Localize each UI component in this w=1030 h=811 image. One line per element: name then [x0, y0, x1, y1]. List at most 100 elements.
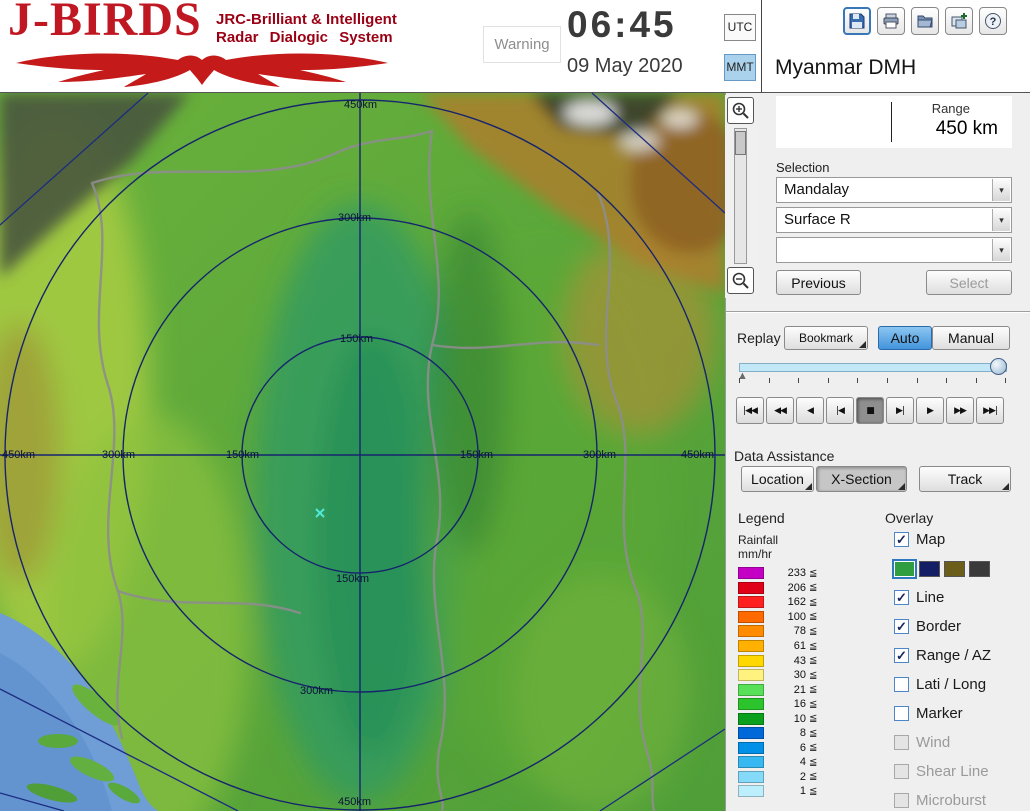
radar-map-area[interactable]: 450km 300km 150km 150km 300km 450km 450k… [0, 93, 725, 811]
range-ring-label: 450km [344, 99, 377, 111]
legend-color-swatch [738, 640, 764, 652]
overlay-item-marker[interactable]: Marker [894, 699, 991, 728]
overlay-item-map[interactable]: ✓Map [894, 525, 991, 554]
legend-color-swatch [738, 669, 764, 681]
legend-color-swatch [738, 698, 764, 710]
checkbox-unchecked[interactable] [894, 735, 909, 750]
map-color-swatch[interactable] [969, 561, 990, 577]
skip-to-end-button[interactable]: ▶▶| [976, 397, 1004, 424]
overlay-item-microburst[interactable]: Microburst [894, 786, 991, 811]
app-logo-subtitle: JRC-Brilliant & Intelligent Radar Dialog… [216, 11, 397, 47]
open-file-button[interactable] [911, 7, 939, 35]
manual-button[interactable]: Manual [932, 326, 1010, 350]
timeline-tick [946, 378, 947, 383]
overlay-item-label: Wind [916, 734, 950, 751]
legend-color-swatch [738, 582, 764, 594]
less-equal-icon: ≦ [809, 771, 817, 782]
extra-dropdown[interactable]: ▾ [776, 237, 1012, 263]
checkbox-unchecked[interactable] [894, 764, 909, 779]
less-equal-icon: ≦ [809, 655, 817, 666]
chevron-down-icon: ▾ [999, 215, 1004, 225]
location-button[interactable]: Location [741, 466, 814, 492]
step-forward-button[interactable]: ▶| [886, 397, 914, 424]
site-dropdown-arrow[interactable]: ▾ [992, 179, 1010, 201]
screen-copy-button[interactable] [945, 7, 973, 35]
track-button[interactable]: Track [919, 466, 1011, 492]
app-logo-title: J-BIRDS [8, 0, 202, 47]
legend-entry: 30≦ [738, 668, 817, 683]
checkbox-unchecked[interactable] [894, 793, 909, 808]
replay-slider-handle[interactable] [990, 358, 1007, 375]
zoom-slider-thumb[interactable] [735, 131, 746, 155]
overlay-item-range-az[interactable]: ✓Range / AZ [894, 641, 991, 670]
auto-button[interactable]: Auto [878, 326, 932, 350]
legend-value: 4 [766, 756, 806, 768]
checkbox-checked[interactable]: ✓ [894, 590, 909, 605]
overlay-item-label: Shear Line [916, 763, 989, 780]
legend-color-swatch [738, 611, 764, 623]
range-label: Range [932, 101, 970, 116]
map-color-swatch[interactable] [894, 561, 915, 577]
range-ring-label: 300km [338, 212, 371, 224]
save-button[interactable] [843, 7, 871, 35]
zoom-out-button[interactable] [727, 267, 754, 294]
zoom-in-button[interactable] [727, 97, 754, 124]
xsection-button[interactable]: X-Section [816, 466, 907, 492]
less-equal-icon: ≦ [809, 670, 817, 681]
mmt-toggle-button[interactable]: MMT [724, 54, 756, 81]
play-forward-button[interactable]: ▶ [916, 397, 944, 424]
map-color-swatch[interactable] [944, 561, 965, 577]
less-equal-icon: ≦ [809, 684, 817, 695]
help-button[interactable]: ? [979, 7, 1007, 35]
toolbar: ? [843, 7, 1007, 35]
legend-entry: 100≦ [738, 610, 817, 625]
overlay-item-line[interactable]: ✓Line [894, 583, 991, 612]
legend-value: 30 [766, 669, 806, 681]
warning-button[interactable]: Warning [483, 26, 561, 63]
overlay-item-lati-long[interactable]: Lati / Long [894, 670, 991, 699]
skip-to-start-button[interactable]: |◀◀ [736, 397, 764, 424]
product-dropdown[interactable]: Surface R ▾ [776, 207, 1012, 233]
site-dropdown[interactable]: Mandalay ▾ [776, 177, 1012, 203]
overlay-item-label: Microburst [916, 792, 986, 809]
zoom-slider[interactable] [734, 128, 747, 264]
overlay-item-shear-line[interactable]: Shear Line [894, 757, 991, 786]
map-color-swatch[interactable] [919, 561, 940, 577]
save-icon [848, 12, 866, 30]
print-button[interactable] [877, 7, 905, 35]
overlay-item-wind[interactable]: Wind [894, 728, 991, 757]
select-button[interactable]: Select [926, 270, 1012, 295]
step-backward-button[interactable]: |◀ [826, 397, 854, 424]
fast-rewind-button[interactable]: ◀◀ [766, 397, 794, 424]
clock-date: 09 May 2020 [567, 55, 683, 78]
timeline-tick [857, 378, 858, 383]
checkbox-checked[interactable]: ✓ [894, 532, 909, 547]
eagle-logo-icon [6, 50, 398, 90]
timeline-tick [769, 378, 770, 383]
replay-timeline-slider[interactable] [739, 363, 1007, 372]
overlay-item-border[interactable]: ✓ Border [894, 612, 991, 641]
utc-toggle-button[interactable]: UTC [724, 14, 756, 41]
legend-color-swatch [738, 684, 764, 696]
chevron-down-icon: ▾ [999, 185, 1004, 195]
product-dropdown-arrow[interactable]: ▾ [992, 209, 1010, 231]
overlay-item-label: Border [916, 618, 961, 635]
checkbox-unchecked[interactable] [894, 706, 909, 721]
timeline-tick [1005, 378, 1006, 383]
legend-entry: 206≦ [738, 581, 817, 596]
extra-dropdown-arrow[interactable]: ▾ [992, 239, 1010, 261]
checkbox-checked[interactable]: ✓ [894, 648, 909, 663]
range-ring-label: 300km [300, 685, 333, 697]
media-controls: |◀◀◀◀◀|◀■▶|▶▶▶▶▶| [736, 397, 1004, 424]
bookmark-button[interactable]: Bookmark [784, 326, 868, 350]
checkbox-unchecked[interactable] [894, 677, 909, 692]
legend-color-swatch [738, 742, 764, 754]
legend-color-swatch [738, 655, 764, 667]
checkbox-checked[interactable]: ✓ [894, 619, 909, 634]
stop-button[interactable]: ■ [856, 397, 884, 424]
fast-forward-button[interactable]: ▶▶ [946, 397, 974, 424]
legend-value: 78 [766, 625, 806, 637]
radar-map[interactable]: 450km 300km 150km 150km 300km 450km 450k… [0, 93, 725, 811]
previous-button[interactable]: Previous [776, 270, 861, 295]
play-backward-button[interactable]: ◀ [796, 397, 824, 424]
